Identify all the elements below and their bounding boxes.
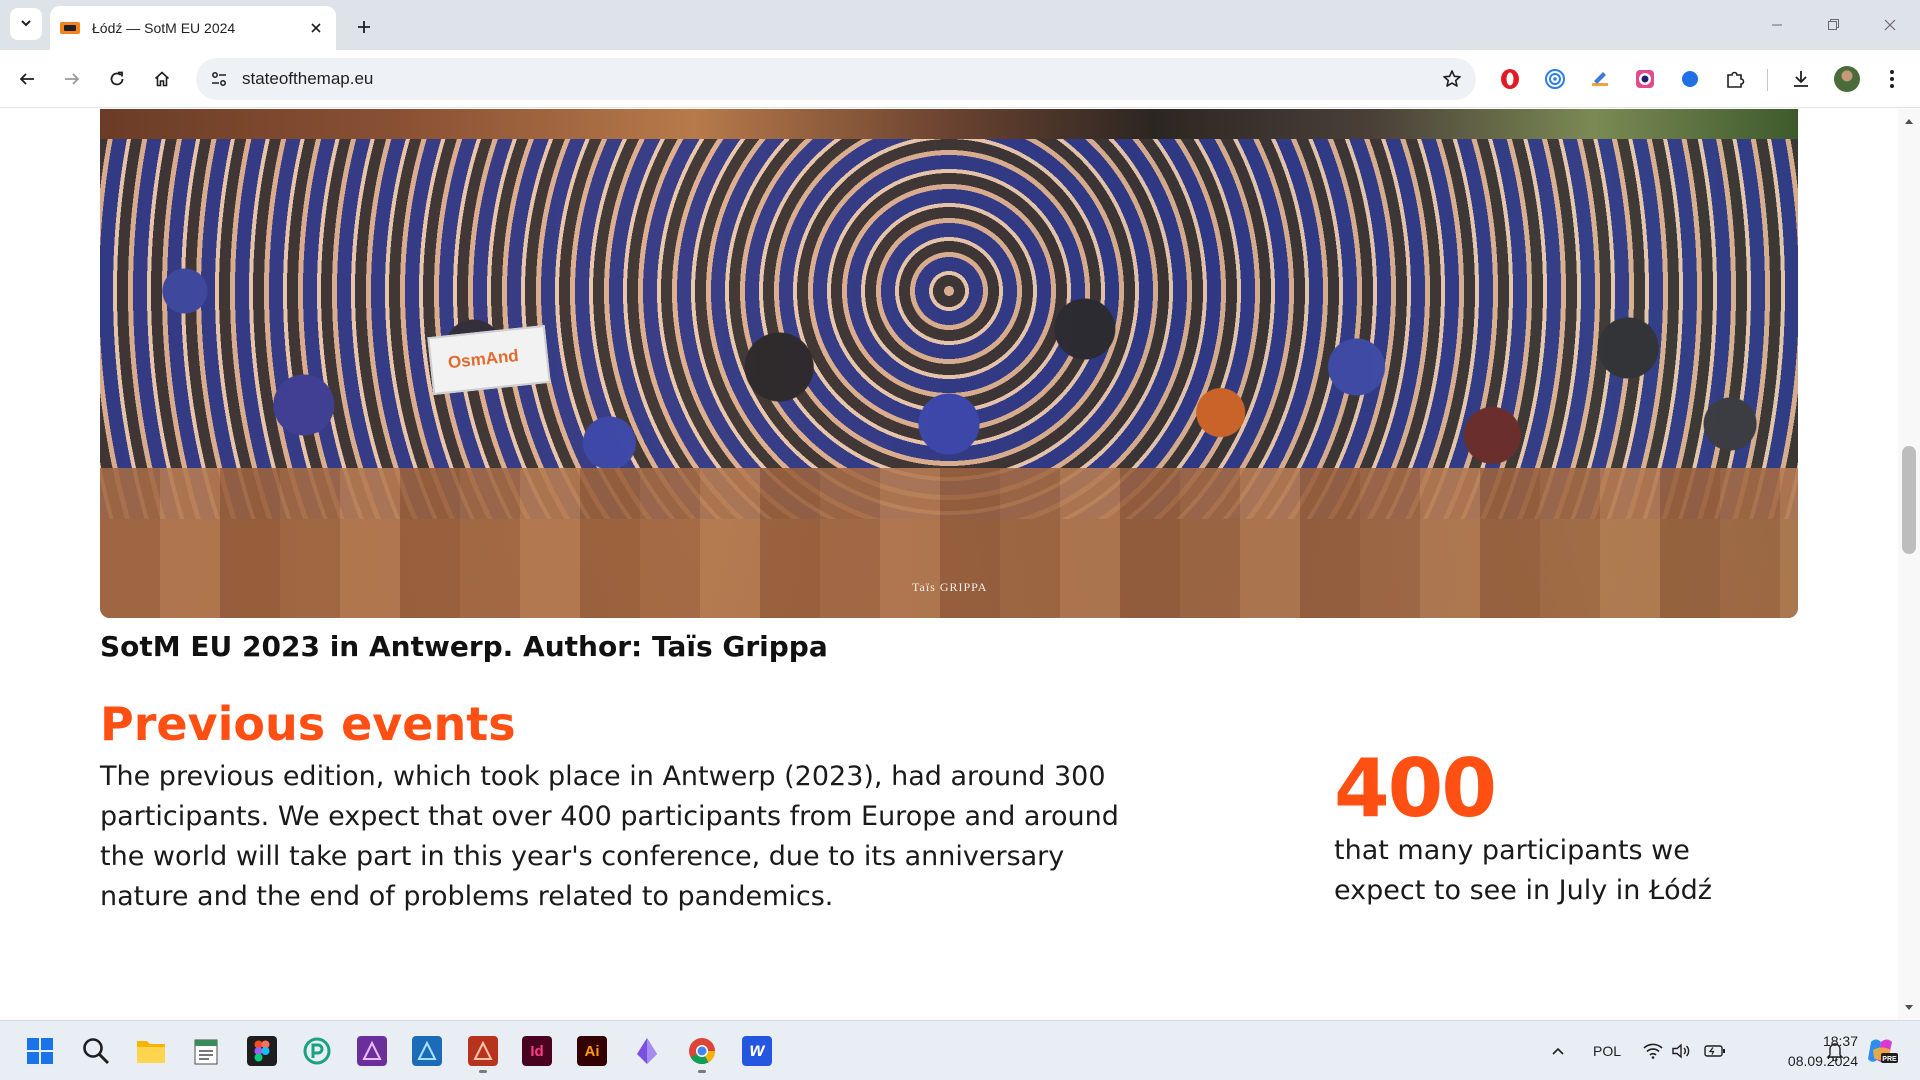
crystal-app-icon[interactable] xyxy=(627,1031,667,1071)
stat-description: that many participants we expect to see … xyxy=(1334,835,1712,906)
svg-text:PRE: PRE xyxy=(1882,1056,1897,1063)
running-indicator xyxy=(698,1070,706,1073)
language-indicator[interactable]: POL xyxy=(1582,1021,1632,1080)
close-icon xyxy=(311,23,321,33)
toolbar-separator xyxy=(1767,69,1768,91)
conference-group-photo: OsmAnd Taïs GRIPPA xyxy=(100,109,1798,618)
sotm-favicon-icon xyxy=(60,22,80,34)
volume-icon[interactable] xyxy=(1668,1021,1694,1080)
affinity-designer-icon[interactable] xyxy=(407,1031,447,1071)
windows-taskbar: Id Ai w POL 18:37 08.09.2024 PRE xyxy=(0,1020,1920,1080)
figma-icon[interactable] xyxy=(242,1031,282,1071)
page-viewport: OsmAnd Taïs GRIPPA SotM EU 2023 in Antwe… xyxy=(0,109,1898,1020)
app-w-icon[interactable]: w xyxy=(737,1031,777,1071)
arrow-left-icon xyxy=(19,73,34,85)
affinity-photo-icon[interactable] xyxy=(352,1031,392,1071)
section-body-text: The previous edition, which took place i… xyxy=(100,761,1119,912)
url-text[interactable]: stateofthemap.eu xyxy=(242,69,373,89)
extension-opera-icon[interactable] xyxy=(1497,66,1523,92)
page-scrollbar[interactable] xyxy=(1898,109,1920,1020)
scrollbar-thumb[interactable] xyxy=(1902,446,1916,554)
address-bar[interactable]: stateofthemap.eu xyxy=(196,58,1476,100)
wifi-icon[interactable] xyxy=(1640,1021,1666,1080)
photo-crowd xyxy=(100,139,1798,519)
restore-icon xyxy=(1828,19,1839,30)
minimize-button[interactable] xyxy=(1762,10,1792,40)
tab-title: Łódź — SotM EU 2024 xyxy=(92,20,236,36)
tab-strip: Łódź — SotM EU 2024 xyxy=(0,0,1920,50)
chrome-icon[interactable] xyxy=(682,1031,722,1073)
home-button[interactable] xyxy=(147,64,177,94)
close-window-button[interactable] xyxy=(1875,10,1905,40)
scroll-up-icon[interactable] xyxy=(1903,115,1915,127)
photo-banner: OsmAnd xyxy=(427,324,551,396)
app-p-icon[interactable] xyxy=(297,1031,337,1071)
site-settings-icon[interactable] xyxy=(208,68,230,90)
extension-color-picker-icon[interactable] xyxy=(1632,66,1658,92)
file-explorer-icon[interactable] xyxy=(131,1031,171,1071)
taskbar-search-icon[interactable] xyxy=(76,1031,116,1071)
stat-number: 400 xyxy=(1334,742,1497,835)
tray-overflow-chevron-icon[interactable] xyxy=(1545,1021,1571,1080)
menu-kebab-icon[interactable] xyxy=(1879,66,1905,92)
extension-target-icon[interactable] xyxy=(1542,66,1568,92)
illustrator-icon[interactable]: Ai xyxy=(572,1031,612,1071)
running-indicator xyxy=(479,1070,487,1073)
minimize-icon xyxy=(1772,24,1782,26)
notifications-bell-icon[interactable] xyxy=(1822,1021,1848,1080)
bookmark-star-icon[interactable] xyxy=(1440,67,1464,91)
forward-button[interactable] xyxy=(57,64,87,94)
back-button[interactable] xyxy=(12,64,42,94)
new-tab-button[interactable] xyxy=(350,13,378,41)
photo-floor xyxy=(100,468,1798,618)
notepad-icon[interactable] xyxy=(186,1031,226,1071)
plus-icon xyxy=(358,21,370,33)
arrow-right-icon xyxy=(65,73,80,85)
windows-start-icon[interactable] xyxy=(20,1031,60,1071)
scroll-down-icon[interactable] xyxy=(1903,1002,1915,1014)
profile-avatar[interactable] xyxy=(1834,66,1860,92)
reload-button[interactable] xyxy=(102,64,132,94)
extensions-puzzle-icon[interactable] xyxy=(1722,66,1748,92)
downloads-icon[interactable] xyxy=(1788,66,1814,92)
photo-credit-watermark: Taïs GRIPPA xyxy=(912,580,988,594)
home-icon xyxy=(154,71,170,87)
affinity-publisher-icon[interactable] xyxy=(463,1031,503,1073)
close-icon xyxy=(1884,19,1896,31)
photo-caption: SotM EU 2023 in Antwerp. Author: Taïs Gr… xyxy=(100,630,828,663)
browser-toolbar: stateofthemap.eu xyxy=(0,50,1920,108)
indesign-icon[interactable]: Id xyxy=(517,1031,557,1071)
tab-search-button[interactable] xyxy=(10,8,42,40)
tab-close-button[interactable] xyxy=(306,18,326,38)
extension-blue-dot-icon[interactable] xyxy=(1677,66,1703,92)
reload-icon xyxy=(110,71,124,86)
copilot-icon[interactable]: PRE xyxy=(1862,1021,1902,1080)
restore-button[interactable] xyxy=(1818,10,1848,40)
extension-pencil-icon[interactable] xyxy=(1587,66,1613,92)
battery-icon[interactable] xyxy=(1700,1021,1730,1080)
tab-active[interactable]: Łódź — SotM EU 2024 xyxy=(50,6,336,50)
chevron-down-icon xyxy=(19,15,33,34)
section-title: Previous events xyxy=(100,697,516,751)
